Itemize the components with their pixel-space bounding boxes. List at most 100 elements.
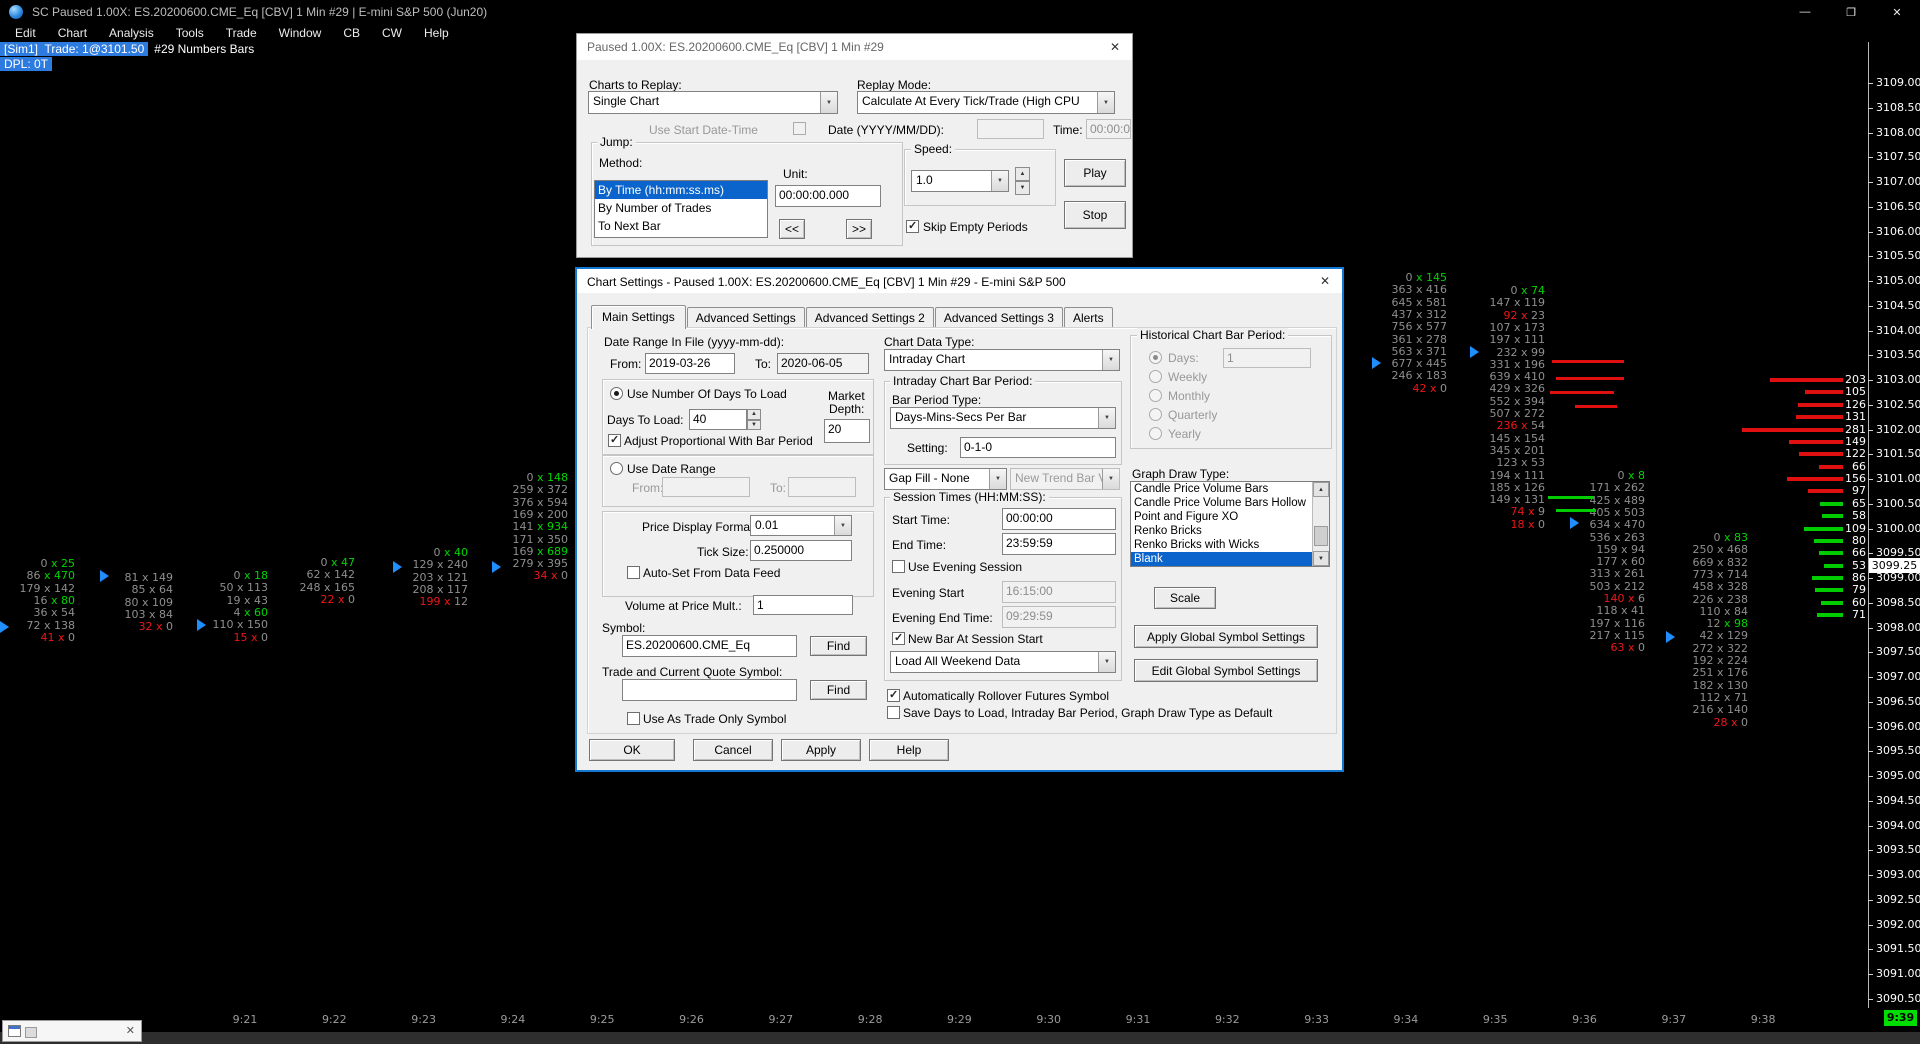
jump-method-by-number-of-trades[interactable]: By Number of Trades bbox=[595, 199, 767, 217]
historical-radio-days[interactable] bbox=[1149, 351, 1162, 364]
menu-trade[interactable]: Trade bbox=[215, 24, 268, 42]
spin-down-icon[interactable]: ▼ bbox=[1015, 181, 1030, 195]
historical-radio-yearly[interactable] bbox=[1149, 427, 1162, 440]
gap-fill-select[interactable]: Gap Fill - None bbox=[884, 468, 1007, 490]
days-to-load-field[interactable]: 40 bbox=[689, 409, 747, 430]
vap-mult-field[interactable]: 1 bbox=[753, 595, 853, 615]
jump-unit-field[interactable]: 00:00:00.000 bbox=[775, 185, 881, 207]
bar-period-type-select[interactable]: Days-Mins-Secs Per Bar bbox=[890, 407, 1116, 429]
menu-analysis[interactable]: Analysis bbox=[98, 24, 165, 42]
price-display-format-select[interactable]: 0.01 bbox=[750, 515, 852, 536]
use-start-datetime-checkbox[interactable] bbox=[793, 122, 806, 135]
menu-tools[interactable]: Tools bbox=[165, 24, 215, 42]
menu-window[interactable]: Window bbox=[268, 24, 333, 42]
use-number-of-days-radio[interactable] bbox=[610, 387, 623, 400]
days-spinner[interactable]: ▲ ▼ bbox=[747, 409, 761, 430]
apply-global-button[interactable]: Apply Global Symbol Settings bbox=[1134, 625, 1318, 648]
graph-draw-item-candle-price-volume-bars[interactable]: Candle Price Volume Bars bbox=[1131, 482, 1313, 496]
replay-close-icon[interactable]: ✕ bbox=[1106, 38, 1124, 56]
list-scrollbar[interactable]: ▲ ▼ bbox=[1312, 482, 1329, 566]
historical-radio-monthly[interactable] bbox=[1149, 389, 1162, 402]
trade-symbol-field[interactable] bbox=[622, 679, 797, 701]
symbol-field[interactable]: ES.20200600.CME_Eq bbox=[622, 635, 797, 657]
new-trend-bar-select[interactable]: New Trend Bar V bbox=[1010, 468, 1120, 490]
tick-size-field[interactable]: 0.250000 bbox=[750, 540, 852, 561]
replay-time-field[interactable]: 00:00:00 bbox=[1086, 119, 1131, 139]
menu-chart[interactable]: Chart bbox=[47, 24, 98, 42]
tab-advanced-settings-2[interactable]: Advanced Settings 2 bbox=[806, 307, 934, 328]
dialog-button-ok[interactable]: OK bbox=[589, 739, 675, 761]
spin-down-icon[interactable]: ▼ bbox=[747, 420, 761, 431]
symbol-find-button[interactable]: Find bbox=[810, 636, 867, 656]
scrollbar-thumb[interactable] bbox=[1314, 526, 1328, 546]
replay-date-field[interactable] bbox=[977, 119, 1044, 139]
graph-draw-item-renko-bricks[interactable]: Renko Bricks bbox=[1131, 524, 1313, 538]
historical-days-field[interactable]: 1 bbox=[1223, 348, 1311, 368]
scale-button[interactable]: Scale bbox=[1154, 587, 1216, 609]
replay-dialog-titlebar[interactable]: Paused 1.00X: ES.20200600.CME_Eq [CBV] 1… bbox=[577, 34, 1132, 60]
range-from-field[interactable] bbox=[662, 477, 750, 497]
dialog-button-apply[interactable]: Apply bbox=[781, 739, 861, 761]
settings-dialog-titlebar[interactable]: Chart Settings - Paused 1.00X: ES.202006… bbox=[577, 269, 1342, 293]
replay-mode-select[interactable]: Calculate At Every Tick/Trade (High CPU bbox=[857, 91, 1115, 114]
edit-global-button[interactable]: Edit Global Symbol Settings bbox=[1134, 659, 1318, 682]
minimize-button[interactable]: — bbox=[1782, 0, 1828, 24]
trade-symbol-find-button[interactable]: Find bbox=[810, 680, 867, 700]
menu-edit[interactable]: Edit bbox=[4, 24, 47, 42]
play-button[interactable]: Play bbox=[1064, 159, 1126, 187]
jump-method-list[interactable]: By Time (hh:mm:ss.ms)By Number of Trades… bbox=[594, 180, 768, 238]
end-time-field[interactable]: 23:59:59 bbox=[1002, 533, 1116, 555]
tab-advanced-settings-3[interactable]: Advanced Settings 3 bbox=[935, 307, 1063, 328]
start-time-field[interactable]: 00:00:00 bbox=[1002, 508, 1116, 530]
graph-draw-item-renko-bricks-with-wicks[interactable]: Renko Bricks with Wicks bbox=[1131, 538, 1313, 552]
mini-close-icon[interactable]: ✕ bbox=[126, 1024, 135, 1037]
to-field[interactable]: 2020-06-05 bbox=[777, 353, 869, 374]
use-evening-session-checkbox[interactable] bbox=[892, 560, 905, 573]
new-bar-session-checkbox[interactable] bbox=[892, 632, 905, 645]
spin-up-icon[interactable]: ▲ bbox=[747, 409, 761, 420]
minimized-toolbar-window[interactable]: ✕ bbox=[2, 1020, 142, 1042]
skip-empty-periods-checkbox[interactable] bbox=[906, 220, 919, 233]
use-date-range-radio[interactable] bbox=[610, 462, 623, 475]
market-depth-field[interactable]: 20 bbox=[824, 419, 870, 443]
speed-select[interactable]: 1.0 bbox=[911, 170, 1009, 192]
stop-button[interactable]: Stop bbox=[1064, 201, 1126, 229]
historical-radio-weekly[interactable] bbox=[1149, 370, 1162, 383]
maximize-button[interactable]: ❐ bbox=[1828, 0, 1874, 24]
chart-data-type-select[interactable]: Intraday Chart bbox=[884, 349, 1120, 371]
menu-cb[interactable]: CB bbox=[332, 24, 371, 42]
tab-main-settings[interactable]: Main Settings bbox=[591, 305, 686, 329]
scroll-up-icon[interactable]: ▲ bbox=[1313, 482, 1329, 497]
graph-draw-type-list[interactable]: Candle Price Volume BarsCandle Price Vol… bbox=[1130, 481, 1330, 567]
setting-field[interactable]: 0-1-0 bbox=[960, 437, 1116, 458]
jump-forward-button[interactable]: >> bbox=[846, 219, 872, 239]
evening-start-field[interactable]: 16:15:00 bbox=[1002, 581, 1116, 603]
jump-method-by-time-hh-mm-ss-ms[interactable]: By Time (hh:mm:ss.ms) bbox=[595, 181, 767, 199]
settings-close-icon[interactable]: ✕ bbox=[1316, 272, 1334, 290]
adjust-proportional-checkbox[interactable] bbox=[608, 434, 621, 447]
speed-spinner[interactable]: ▲ ▼ bbox=[1015, 167, 1030, 195]
jump-method-to-next-bar[interactable]: To Next Bar bbox=[595, 217, 767, 235]
graph-draw-item-candle-price-volume-bars-hollow[interactable]: Candle Price Volume Bars Hollow bbox=[1131, 496, 1313, 510]
tab-alerts[interactable]: Alerts bbox=[1064, 307, 1113, 328]
save-default-checkbox[interactable] bbox=[887, 706, 900, 719]
close-button[interactable]: ✕ bbox=[1874, 0, 1920, 24]
dialog-button-help[interactable]: Help bbox=[869, 739, 949, 761]
range-to-field[interactable] bbox=[788, 477, 856, 497]
spin-up-icon[interactable]: ▲ bbox=[1015, 167, 1030, 181]
rollover-checkbox[interactable] bbox=[887, 689, 900, 702]
evening-end-field[interactable]: 09:29:59 bbox=[1002, 606, 1116, 628]
menu-help[interactable]: Help bbox=[413, 24, 460, 42]
tab-advanced-settings[interactable]: Advanced Settings bbox=[687, 307, 805, 328]
auto-set-checkbox[interactable] bbox=[627, 566, 640, 579]
menu-cw[interactable]: CW bbox=[371, 24, 413, 42]
charts-to-replay-select[interactable]: Single Chart bbox=[588, 91, 838, 114]
trade-only-checkbox[interactable] bbox=[627, 712, 640, 725]
graph-draw-item-point-and-figure-xo[interactable]: Point and Figure XO bbox=[1131, 510, 1313, 524]
historical-radio-quarterly[interactable] bbox=[1149, 408, 1162, 421]
from-field[interactable]: 2019-03-26 bbox=[645, 353, 735, 374]
scroll-down-icon[interactable]: ▼ bbox=[1313, 551, 1329, 566]
jump-back-button[interactable]: << bbox=[779, 219, 805, 239]
weekend-data-select[interactable]: Load All Weekend Data bbox=[890, 651, 1116, 673]
dialog-button-cancel[interactable]: Cancel bbox=[693, 739, 773, 761]
